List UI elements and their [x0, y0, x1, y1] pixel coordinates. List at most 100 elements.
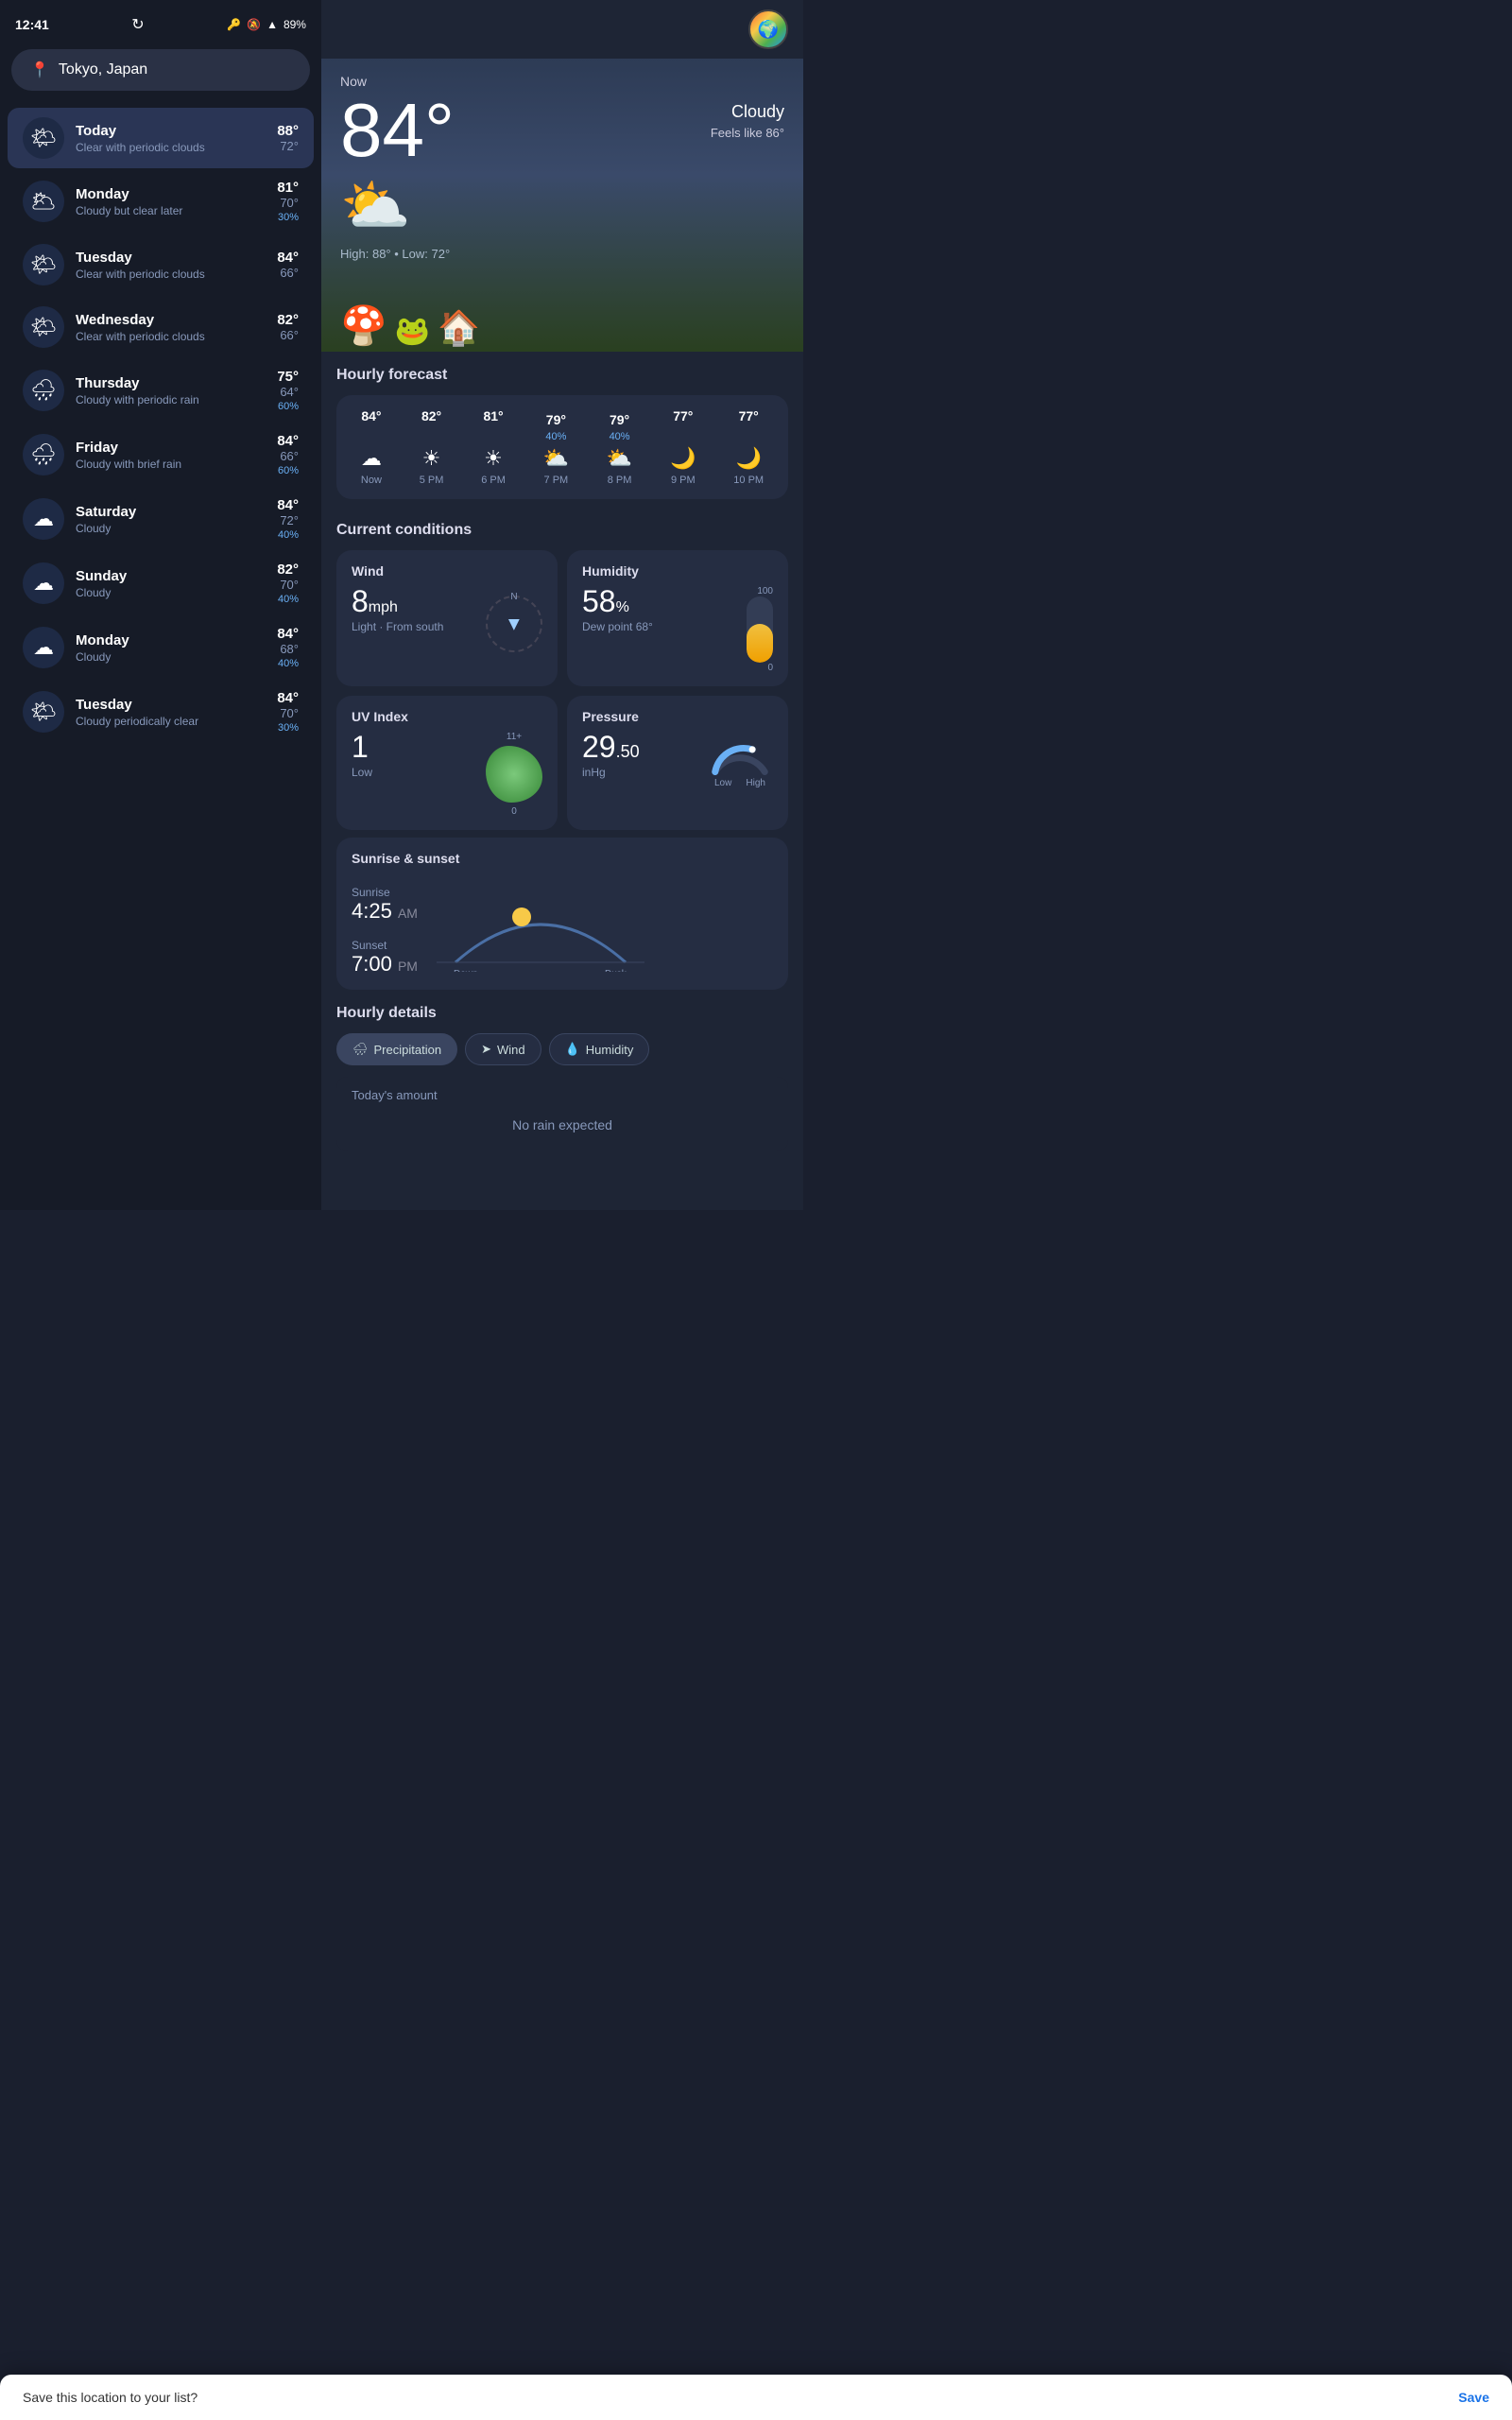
hourly-forecast-section: Hourly forecast 84° ☁ Now 82° ☀ 5 PM 81°…: [321, 352, 803, 507]
hourly-forecast-title: Hourly forecast: [336, 367, 788, 384]
status-time: 12:41: [15, 17, 49, 32]
no-rain-msg: Today's amount No rain expected: [336, 1077, 788, 1151]
day-info: Tuesday Clear with periodic clouds: [76, 250, 266, 281]
day-weather-icon: 🌧: [23, 370, 64, 411]
sunrise-label: Sunrise: [352, 886, 418, 899]
high-low: High: 88° • Low: 72°: [340, 247, 784, 261]
sunrise-content: Sunrise 4:25 AM Sunset 7:00 PM: [352, 877, 773, 977]
day-info: Wednesday Clear with periodic clouds: [76, 312, 266, 343]
current-temp: 84°: [340, 93, 455, 168]
day-item[interactable]: ☁ Saturday Cloudy 84° 72° 40%: [8, 488, 314, 550]
save-banner-text: Save this location to your list?: [23, 2390, 198, 2405]
detail-tab[interactable]: 🌧 Precipitation: [336, 1033, 457, 1065]
tab-icon: 🌧: [352, 1042, 369, 1057]
day-item[interactable]: 🌥 Monday Cloudy but clear later 81° 70° …: [8, 170, 314, 233]
svg-text:Dusk: Dusk: [605, 969, 627, 972]
day-temps: 88° 72°: [277, 123, 299, 153]
left-panel: 12:41 ↻ 🔑 🔕 ▲ 89% 📍 Tokyo, Japan 🌤 Today…: [0, 0, 321, 1210]
hour-item: 77° 🌙 10 PM: [733, 408, 764, 486]
sunrise-time: 4:25 AM: [352, 899, 418, 924]
svg-text:Dawn: Dawn: [454, 969, 478, 972]
sunset-label: Sunset: [352, 939, 418, 952]
tab-label: Precipitation: [374, 1043, 442, 1057]
day-item[interactable]: 🌤 Tuesday Clear with periodic clouds 84°…: [8, 234, 314, 295]
day-info: Monday Cloudy but clear later: [76, 186, 266, 217]
uv-visual: 11+ 0: [352, 732, 542, 817]
day-info: Monday Cloudy: [76, 632, 266, 664]
right-panel: 🌍 Now 84° ⛅ Cloudy Feels like 86° High: …: [321, 0, 803, 1210]
compass-arrow: ▲: [505, 614, 524, 635]
temp-section: 84° ⛅: [340, 93, 455, 239]
day-temps: 82° 70° 40%: [277, 562, 299, 605]
day-temps: 84° 66° 60%: [277, 433, 299, 476]
sunrise-row: Sunrise 4:25 AM: [352, 886, 418, 924]
sunset-time: 7:00 PM: [352, 952, 418, 977]
key-icon: 🔑: [227, 18, 241, 31]
detail-tab[interactable]: 💧 Humidity: [549, 1033, 650, 1065]
uv-card: UV Index 1 Low 11+ 0: [336, 696, 558, 830]
detail-tab[interactable]: ➤ Wind: [465, 1033, 541, 1065]
hourly-container: 84° ☁ Now 82° ☀ 5 PM 81° ☀ 6 PM 79° 40% …: [336, 395, 788, 499]
hour-item: 79° 40% ⛅ 8 PM: [607, 412, 632, 486]
current-conditions-section: Current conditions Wind 8mph Light · Fro…: [321, 507, 803, 838]
tab-icon: 💧: [565, 1042, 580, 1057]
sunrise-title: Sunrise & sunset: [352, 851, 773, 866]
hourly-details-section: Hourly details 🌧 Precipitation ➤ Wind 💧 …: [321, 1005, 803, 1167]
day-temps: 84° 72° 40%: [277, 497, 299, 541]
day-temps: 84° 70° 30%: [277, 690, 299, 734]
hero-right: Cloudy Feels like 86°: [711, 93, 784, 140]
day-list: 🌤 Today Clear with periodic clouds 88° 7…: [0, 106, 321, 1195]
hour-item: 77° 🌙 9 PM: [670, 408, 696, 486]
avatar[interactable]: 🌍: [748, 9, 788, 49]
mute-icon: 🔕: [247, 18, 261, 31]
day-weather-icon: ☁: [23, 627, 64, 668]
humidity-label: Humidity: [582, 563, 773, 579]
scene-art: 🍄 🐸 🏠: [340, 276, 784, 352]
day-weather-icon: ☁: [23, 498, 64, 540]
day-temps: 75° 64° 60%: [277, 369, 299, 412]
sunset-row: Sunset 7:00 PM: [352, 939, 418, 977]
day-weather-icon: 🌥: [23, 181, 64, 222]
day-info: Thursday Cloudy with periodic rain: [76, 375, 266, 406]
wind-card: Wind 8mph Light · From south N ▲: [336, 550, 558, 686]
mushroom-icon: 🍄: [340, 303, 387, 348]
sunrise-times: Sunrise 4:25 AM Sunset 7:00 PM: [352, 886, 418, 977]
location-bar[interactable]: 📍 Tokyo, Japan: [11, 49, 310, 91]
now-label: Now: [340, 74, 784, 89]
sun-arc: Dawn 3:55 AM Dusk 7:30 PM: [437, 877, 773, 977]
conditions-grid: Wind 8mph Light · From south N ▲ Humidit…: [336, 550, 788, 830]
pressure-card: Pressure 29.50 inHg Low High: [567, 696, 788, 830]
day-weather-icon: ☁: [23, 562, 64, 604]
day-weather-icon: 🌤: [23, 117, 64, 159]
uv-label: UV Index: [352, 709, 542, 724]
day-item[interactable]: 🌤 Wednesday Clear with periodic clouds 8…: [8, 297, 314, 357]
day-item[interactable]: 🌤 Today Clear with periodic clouds 88° 7…: [8, 108, 314, 168]
hour-item: 82° ☀ 5 PM: [420, 408, 444, 486]
tab-label: Humidity: [586, 1043, 634, 1057]
detail-tabs: 🌧 Precipitation ➤ Wind 💧 Humidity: [336, 1033, 788, 1065]
today-amount: Today's amount: [352, 1088, 773, 1102]
day-temps: 81° 70° 30%: [277, 180, 299, 223]
day-info: Sunday Cloudy: [76, 568, 266, 599]
hourly-grid: 84° ☁ Now 82° ☀ 5 PM 81° ☀ 6 PM 79° 40% …: [344, 408, 781, 486]
hourly-details-title: Hourly details: [336, 1005, 788, 1022]
weather-hero: Now 84° ⛅ Cloudy Feels like 86° High: 88…: [321, 59, 803, 352]
day-info: Friday Cloudy with brief rain: [76, 440, 266, 471]
save-button[interactable]: Save: [1458, 2390, 1489, 2405]
day-weather-icon: 🌤: [23, 244, 64, 285]
location-text: Tokyo, Japan: [59, 61, 147, 78]
day-item[interactable]: ☁ Sunday Cloudy 82° 70° 40%: [8, 552, 314, 614]
day-temps: 84° 68° 40%: [277, 626, 299, 669]
day-temps: 84° 66°: [277, 250, 299, 280]
battery-icon: 89%: [284, 18, 306, 31]
house-icon: 🏠: [438, 308, 480, 348]
day-item[interactable]: 🌧 Friday Cloudy with brief rain 84° 66° …: [8, 424, 314, 486]
day-item[interactable]: 🌤 Tuesday Cloudy periodically clear 84° …: [8, 681, 314, 743]
wifi-icon: ▲: [266, 18, 278, 31]
top-bar: 🌍: [321, 0, 803, 59]
day-info: Tuesday Cloudy periodically clear: [76, 697, 266, 728]
location-pin-icon: 📍: [30, 60, 49, 79]
hour-item: 84° ☁ Now: [361, 408, 382, 486]
day-item[interactable]: 🌧 Thursday Cloudy with periodic rain 75°…: [8, 359, 314, 422]
day-item[interactable]: ☁ Monday Cloudy 84° 68° 40%: [8, 616, 314, 679]
